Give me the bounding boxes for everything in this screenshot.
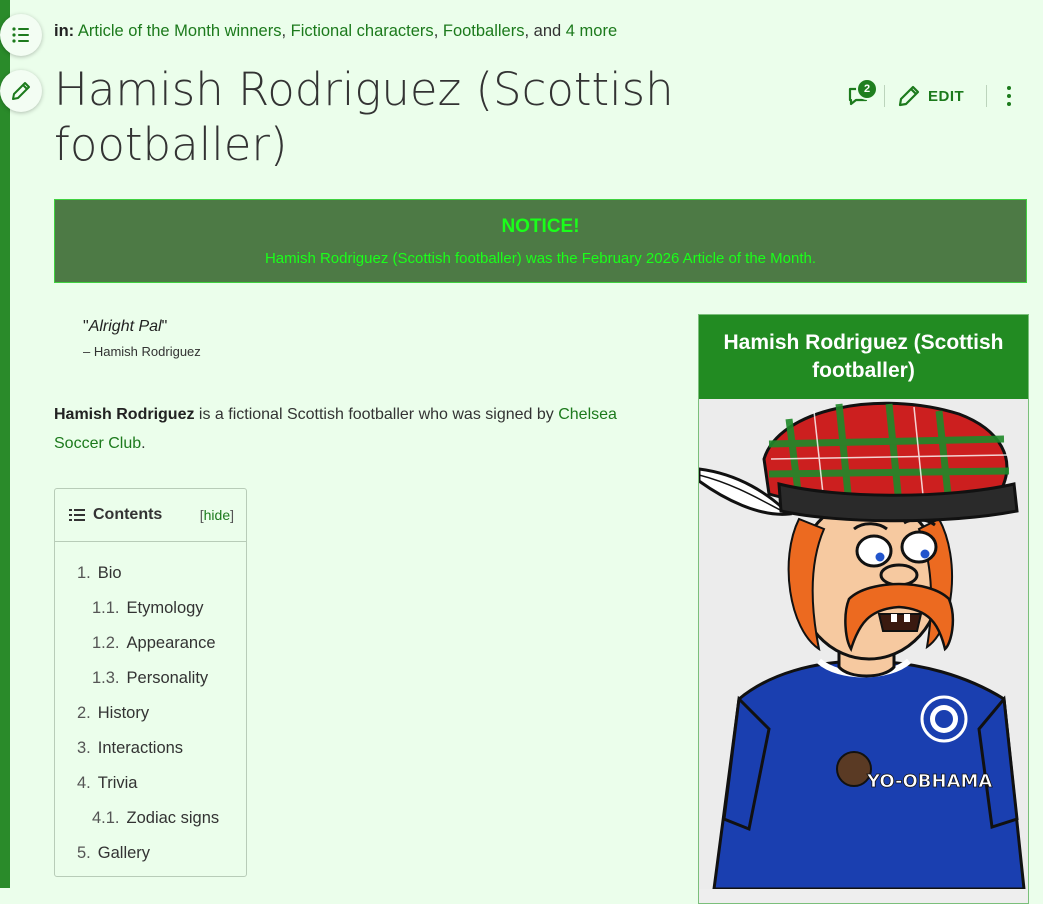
toc-item[interactable]: 1. Bio [55, 556, 246, 591]
toc-item-number: 3. [77, 739, 91, 757]
toc-hide-toggle: [hide] [199, 507, 234, 523]
rail-edit-button[interactable] [0, 70, 42, 112]
action-divider [986, 85, 988, 107]
notice-title: NOTICE! [501, 216, 580, 237]
toc-item[interactable]: 5. Gallery [55, 836, 246, 871]
category-link-article-of-month[interactable]: Article of the Month winners [78, 22, 282, 40]
toc-item-number: 2. [77, 704, 91, 722]
categories-more-link[interactable]: 4 more [566, 22, 617, 40]
infobox-title: Hamish Rodriguez (Scottish footballer) [699, 315, 1028, 399]
comments-count-badge: 2 [856, 78, 878, 100]
toc-item[interactable]: 3. Interactions [55, 731, 246, 766]
quote-block: "Alright Pal" – Hamish Rodriguez [83, 318, 201, 359]
intro-paragraph: Hamish Rodriguez is a fictional Scottish… [54, 400, 654, 458]
intro-subject-name: Hamish Rodriguez [54, 406, 195, 423]
pencil-icon [898, 85, 920, 107]
toc-item-number: 1. [77, 564, 91, 582]
toc-item-label: Etymology [126, 599, 204, 617]
toc-item-label: Bio [97, 564, 122, 582]
toc-item-number: 1.1. [92, 599, 120, 617]
kebab-dot-icon [1007, 86, 1012, 90]
toc-item-label: Appearance [126, 634, 216, 652]
quote-author: – Hamish Rodriguez [83, 344, 201, 359]
category-link-footballers[interactable]: Footballers [443, 22, 525, 40]
toc-item-number: 4. [77, 774, 91, 792]
comments-button[interactable]: 2 [840, 78, 878, 114]
category-breadcrumb: in: Article of the Month winners, Fictio… [54, 22, 618, 40]
more-options-button[interactable] [999, 81, 1019, 111]
toc-item-number: 4.1. [92, 809, 120, 827]
toc-item-label: History [97, 704, 150, 722]
toc-item-label: Personality [126, 669, 209, 687]
toc-item[interactable]: 4.1. Zodiac signs [55, 801, 246, 836]
edit-button[interactable]: EDIT [897, 84, 964, 108]
toc-item[interactable]: 1.3. Personality [55, 661, 246, 696]
page-title: Hamish Rodriguez (Scottish footballer) [54, 63, 674, 171]
toc-item[interactable]: 2. History [55, 696, 246, 731]
notice-banner: NOTICE! Hamish Rodriguez (Scottish footb… [54, 199, 1027, 283]
quote-body: Alright Pal [88, 318, 162, 335]
toc-item-number: 5. [77, 844, 91, 862]
quote-text: "Alright Pal" [83, 318, 168, 335]
toc-hide-link[interactable]: hide [204, 507, 230, 523]
toc-item-label: Interactions [97, 739, 184, 757]
list-icon [12, 27, 29, 43]
categories-and: and [533, 22, 562, 40]
toc-header: Contents [hide] [55, 489, 246, 542]
toc-item[interactable]: 4. Trivia [55, 766, 246, 801]
action-divider [884, 85, 885, 107]
intro-end: . [141, 435, 146, 452]
toc-item-label: Trivia [97, 774, 138, 792]
category-link-fictional-characters[interactable]: Fictional characters [291, 22, 434, 40]
toc-item-label: Zodiac signs [126, 809, 220, 827]
page-actions: 2 EDIT [840, 76, 1019, 116]
table-of-contents: Contents [hide] 1. Bio 1.1. Etymology 1.2. Ap… [54, 488, 247, 877]
edit-label: EDIT [928, 87, 965, 105]
categories-prefix: in: [54, 22, 75, 40]
list-icon [69, 509, 85, 521]
shirt-sponsor-text: YO-OBHAMA [866, 771, 992, 792]
left-accent-stripe [0, 0, 10, 888]
kebab-dot-icon [1007, 102, 1012, 106]
toc-toggle-button[interactable] [0, 14, 42, 56]
intro-text: is a fictional Scottish footballer who w… [194, 406, 559, 423]
toc-item[interactable]: 1.2. Appearance [55, 626, 246, 661]
infobox: Hamish Rodriguez (Scottish footballer) Y… [698, 314, 1029, 904]
toc-item-number: 1.3. [92, 669, 120, 687]
character-portrait-image: YO-OBHAMA [699, 399, 1028, 889]
toc-item-label: Gallery [97, 844, 151, 862]
notice-body: Hamish Rodriguez (Scottish footballer) w… [264, 250, 817, 267]
toc-item-number: 1.2. [92, 634, 120, 652]
toc-item[interactable]: 1.1. Etymology [55, 591, 246, 626]
pencil-icon [12, 82, 30, 100]
kebab-dot-icon [1007, 94, 1012, 98]
toc-title: Contents [93, 506, 163, 523]
toc-list: 1. Bio 1.1. Etymology 1.2. Appearance 1.3. Pers… [55, 542, 246, 871]
